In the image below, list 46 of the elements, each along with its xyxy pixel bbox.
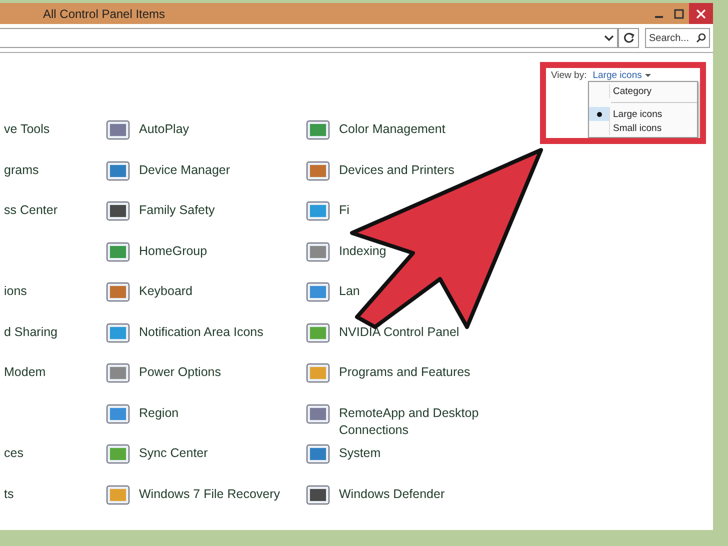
control-panel-item[interactable]: ions: [4, 283, 27, 300]
radio-bullet-icon: [596, 112, 602, 116]
control-panel-item[interactable]: RemoteApp and Desktop Connections: [339, 404, 489, 438]
view-by-label: View by:: [551, 70, 587, 81]
control-panel-item[interactable]: Keyboard: [139, 283, 193, 300]
control-panel-item[interactable]: Sync Center: [139, 445, 208, 462]
control-panel-item[interactable]: Fi: [339, 202, 350, 219]
control-panel-item[interactable]: System: [339, 445, 381, 462]
control-panel-item[interactable]: Windows 7 File Recovery: [139, 486, 280, 502]
control-panel-item[interactable]: Modem: [4, 364, 46, 381]
control-panel-item[interactable]: Devices and Printers: [339, 162, 454, 178]
minimize-icon: [655, 16, 663, 18]
menu-item[interactable]: Small icons: [589, 121, 697, 135]
control-panel-item[interactable]: NVIDIA Control Panel: [339, 324, 460, 340]
search-field[interactable]: Search...: [645, 28, 710, 48]
control-panel-item[interactable]: d Sharing: [4, 324, 58, 340]
control-panel-item[interactable]: ve Tools: [4, 121, 50, 138]
control-panel-item[interactable]: Power Options: [139, 364, 221, 381]
control-panel-item[interactable]: Family Safety: [139, 202, 215, 219]
control-panel-item[interactable]: Lan: [339, 283, 360, 300]
search-icon: [696, 33, 706, 43]
control-panel-item[interactable]: ces: [4, 445, 24, 462]
address-field[interactable]: [0, 28, 618, 48]
control-panel-item[interactable]: grams: [4, 162, 39, 178]
control-panel-item[interactable]: Color Management: [339, 121, 446, 138]
control-panel-item[interactable]: Device Manager: [139, 162, 230, 178]
view-by-dropdown[interactable]: Large icons: [592, 70, 651, 81]
caret-icon: [644, 74, 651, 77]
control-panel-item[interactable]: Region: [139, 404, 179, 422]
menu-item[interactable]: Category: [589, 84, 697, 98]
refresh-button[interactable]: [618, 28, 639, 48]
control-panel-item[interactable]: Programs and Features: [339, 364, 470, 381]
control-panel-item[interactable]: ts: [4, 486, 14, 502]
control-panel-item[interactable]: AutoPlay: [139, 121, 190, 138]
maximize-icon: [674, 8, 684, 18]
refresh-icon: [622, 32, 634, 44]
control-panel-item[interactable]: Indexing: [339, 242, 386, 260]
control-panel-item[interactable]: ss Center: [4, 202, 58, 219]
control-panel-item[interactable]: Windows Defender: [339, 486, 445, 502]
close-button[interactable]: [689, 3, 713, 24]
menu-item[interactable]: Large icons: [589, 107, 697, 121]
chevron-icon[interactable]: [604, 34, 614, 42]
close-icon: [696, 8, 706, 18]
control-panel-item[interactable]: Notification Area Icons: [139, 324, 264, 340]
window-title: All Control Panel Items: [43, 6, 166, 20]
control-panel-item[interactable]: HomeGroup: [139, 242, 208, 260]
